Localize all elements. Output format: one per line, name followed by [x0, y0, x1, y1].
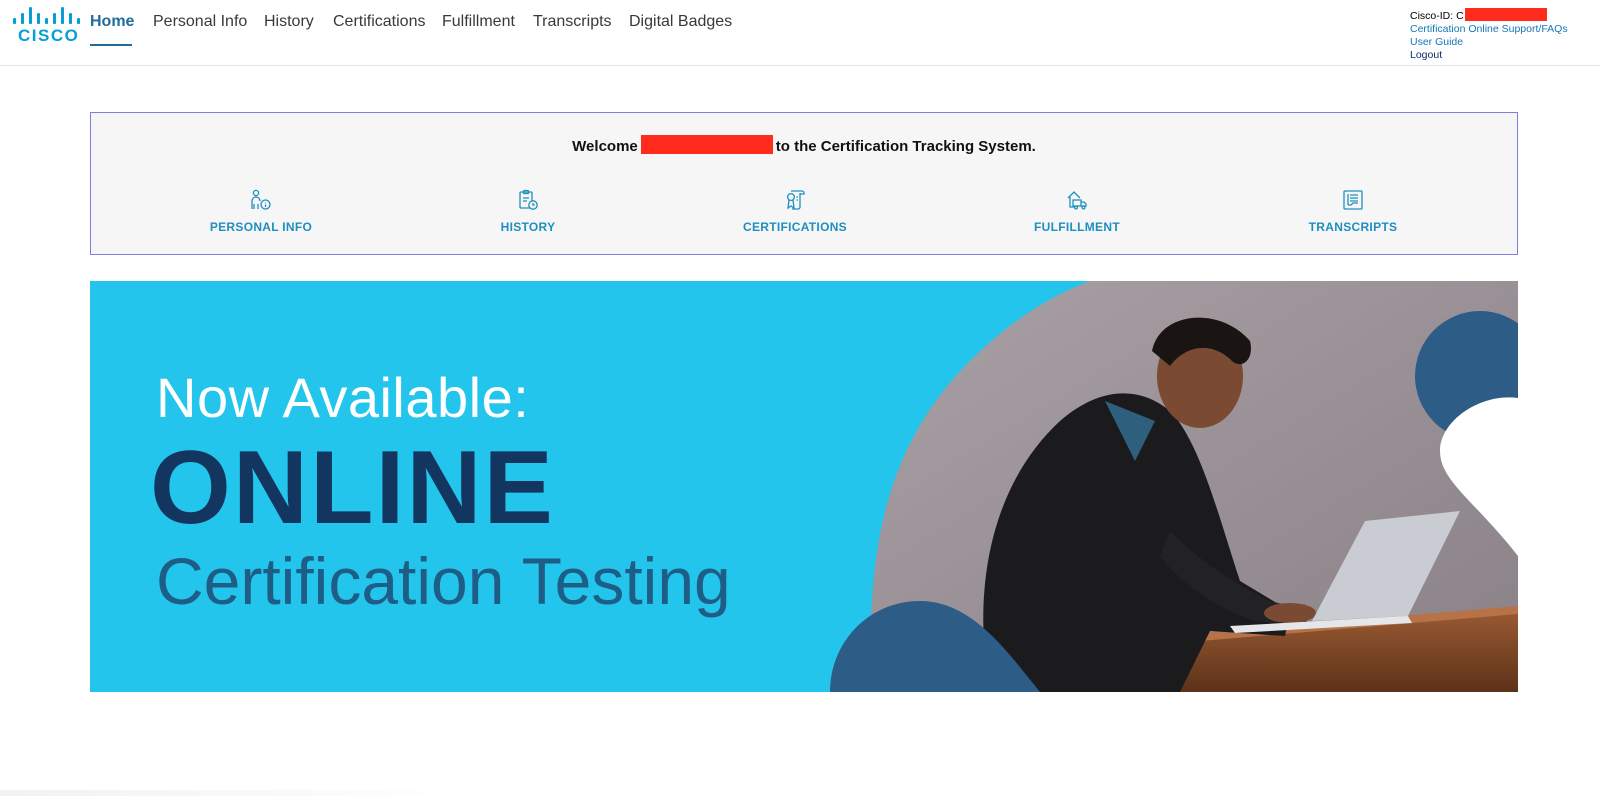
welcome-prefix: Welcome — [572, 138, 638, 155]
cisco-id-label: Cisco-ID: C — [1410, 10, 1464, 22]
document-list-icon — [1343, 190, 1363, 210]
quick-link-label: PERSONAL INFO — [209, 220, 313, 234]
logout-link[interactable]: Logout — [1410, 49, 1568, 62]
quick-link-history[interactable]: HISTORY — [428, 188, 628, 234]
quick-link-fulfillment[interactable]: FULFILLMENT — [977, 188, 1177, 234]
nav-fulfillment[interactable]: Fulfillment — [442, 13, 515, 31]
nav-digital-badges[interactable]: Digital Badges — [629, 13, 732, 31]
nav-active-indicator — [90, 44, 132, 46]
delivery-truck-icon — [1067, 191, 1087, 210]
support-faq-link[interactable]: Certification Online Support/FAQs — [1410, 23, 1568, 36]
logo-text: CISCO — [18, 26, 80, 45]
quick-link-certifications[interactable]: CERTIFICATIONS — [695, 188, 895, 234]
cisco-logo[interactable]: CISCO — [12, 4, 82, 45]
welcome-message: Welcome to the Certification Tracking Sys… — [91, 135, 1517, 155]
quick-link-label: HISTORY — [500, 220, 556, 234]
bottom-shadow — [0, 790, 480, 796]
banner-photo — [830, 281, 1518, 692]
user-guide-link[interactable]: User Guide — [1410, 36, 1568, 49]
welcome-panel: Welcome to the Certification Tracking Sys… — [90, 112, 1518, 255]
logo-bars-icon — [12, 4, 82, 24]
redacted-username — [640, 135, 773, 154]
quick-link-transcripts[interactable]: TRANSCRIPTS — [1253, 188, 1453, 234]
redacted-cisco-id — [1464, 8, 1547, 21]
clipboard-clock-icon — [519, 189, 538, 210]
top-navbar: CISCO Home Personal Info History Certifi… — [0, 0, 1600, 66]
quick-link-personal-info[interactable]: PERSONAL INFO — [161, 188, 361, 234]
nav-certifications[interactable]: Certifications — [333, 13, 425, 31]
quick-link-label: TRANSCRIPTS — [1308, 220, 1398, 234]
quick-link-label: FULFILLMENT — [1034, 220, 1120, 234]
account-panel: Cisco-ID: C Certification Online Support… — [1410, 8, 1568, 62]
nav-personal-info[interactable]: Personal Info — [153, 13, 247, 31]
certificate-icon — [786, 190, 805, 210]
welcome-suffix: to the Certification Tracking System. — [775, 138, 1036, 155]
person-info-icon — [251, 189, 271, 210]
promo-banner[interactable]: Now Available: ONLINE Certification Test… — [90, 281, 1518, 692]
quick-link-label: CERTIFICATIONS — [743, 220, 847, 234]
nav-history[interactable]: History — [264, 13, 314, 31]
nav-transcripts[interactable]: Transcripts — [533, 13, 612, 31]
nav-home[interactable]: Home — [90, 13, 134, 31]
